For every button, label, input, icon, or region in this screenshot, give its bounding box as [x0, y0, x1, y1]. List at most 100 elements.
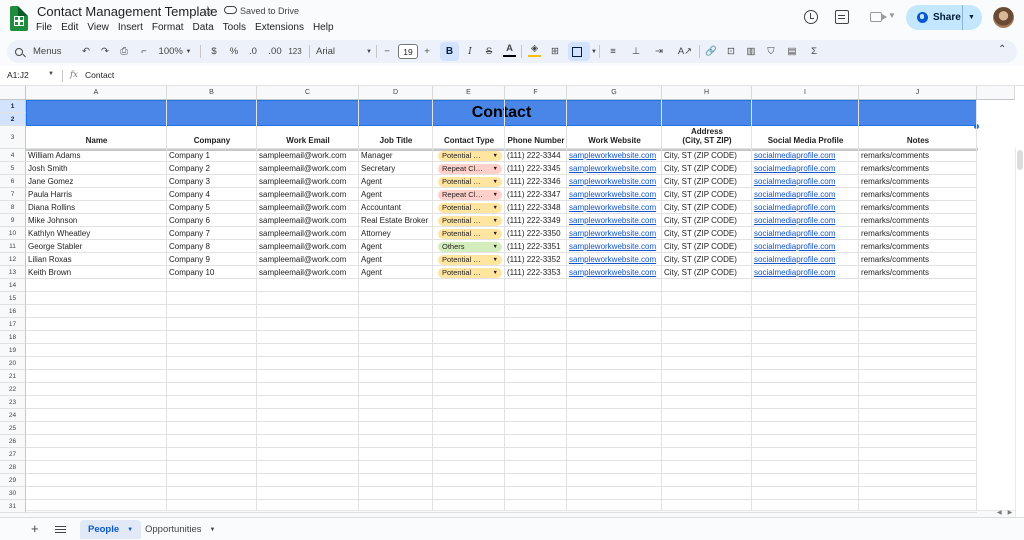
column-title-2[interactable]: Company — [167, 126, 257, 148]
insert-comment-icon[interactable]: ⊡ — [724, 40, 738, 63]
font-size-input[interactable]: 19 — [398, 44, 418, 59]
link-cell[interactable]: sampleworkwebsite.com — [567, 214, 662, 227]
share-main[interactable]: Share — [906, 5, 963, 30]
chevron-down-icon[interactable]: ▼ — [493, 203, 498, 213]
data-cell[interactable]: Accountant — [359, 201, 433, 214]
column-header-e[interactable]: E — [433, 86, 505, 100]
document-title[interactable]: Contact Management Template — [37, 4, 217, 19]
data-cell[interactable]: (111) 222-3348 — [505, 201, 567, 214]
version-history-icon[interactable] — [804, 10, 818, 24]
row-header-18[interactable]: 18 — [0, 331, 26, 344]
data-cell[interactable]: Josh Smith — [26, 162, 167, 175]
contact-type-chip[interactable]: Repeat Client ▼ — [438, 163, 502, 174]
comments-icon[interactable] — [835, 10, 849, 24]
menu-view[interactable]: View — [87, 22, 109, 36]
menu-insert[interactable]: Insert — [118, 22, 143, 36]
data-cell[interactable]: Lilian Roxas — [26, 253, 167, 266]
bold-button[interactable]: B — [440, 42, 459, 61]
name-box[interactable]: A1:J2 — [7, 70, 29, 80]
column-header-i[interactable]: I — [752, 86, 859, 100]
data-cell[interactable]: Manager — [359, 149, 433, 162]
link-cell[interactable]: socialmediaprofile.com — [752, 149, 859, 162]
insert-chart-icon[interactable]: ▥ — [744, 40, 758, 63]
data-cell[interactable]: remarks/comments — [859, 201, 977, 214]
row-header-31[interactable]: 31 — [0, 500, 26, 513]
column-title-8[interactable]: Address (City, ST ZIP) — [662, 126, 752, 148]
data-cell[interactable]: City, ST (ZIP CODE) — [662, 201, 752, 214]
text-rotation-icon[interactable]: A↗ — [674, 40, 696, 63]
data-cell[interactable]: Company 4 — [167, 188, 257, 201]
data-cell[interactable]: remarks/comments — [859, 188, 977, 201]
all-sheets-icon[interactable] — [55, 526, 66, 533]
menu-file[interactable]: File — [36, 22, 52, 36]
contact-type-chip[interactable]: Potential Client ▼ — [438, 176, 502, 187]
data-cell[interactable]: (111) 222-3350 — [505, 227, 567, 240]
chevron-down-icon[interactable]: ▼ — [210, 527, 216, 533]
data-cell[interactable]: Kathlyn Wheatley — [26, 227, 167, 240]
decrease-font-size-button[interactable]: − — [381, 40, 393, 63]
merge-cells-button[interactable] — [568, 42, 590, 61]
data-cell[interactable]: sampleemail@work.com — [257, 240, 359, 253]
add-sheet-icon[interactable]: + — [31, 521, 39, 536]
row-header-17[interactable]: 17 — [0, 318, 26, 331]
data-cell[interactable]: City, ST (ZIP CODE) — [662, 214, 752, 227]
row-header-16[interactable]: 16 — [0, 305, 26, 318]
sheet-grid[interactable]: Contact ◀▶ A B C D E F G H I J 1 2 3 4 5 6 7 8 9 10 11 12 13 14… — [0, 86, 1024, 517]
column-header-h[interactable]: H — [662, 86, 752, 100]
link-cell[interactable]: socialmediaprofile.com — [752, 175, 859, 188]
column-title-7[interactable]: Work Website — [567, 126, 662, 148]
more-formats-button[interactable]: 123 — [287, 40, 303, 63]
row-header-6[interactable]: 6 — [0, 175, 26, 188]
data-cell[interactable]: remarks/comments — [859, 162, 977, 175]
data-cell[interactable]: (111) 222-3349 — [505, 214, 567, 227]
data-cell[interactable]: Secretary — [359, 162, 433, 175]
row-header-10[interactable]: 10 — [0, 227, 26, 240]
link-cell[interactable]: socialmediaprofile.com — [752, 201, 859, 214]
undo-icon[interactable]: ↶ — [79, 40, 93, 63]
data-cell[interactable]: remarks/comments — [859, 240, 977, 253]
menu-format[interactable]: Format — [152, 22, 184, 36]
data-cell[interactable]: City, ST (ZIP CODE) — [662, 149, 752, 162]
chevron-down-icon[interactable]: ▼ — [493, 190, 498, 200]
chevron-down-icon[interactable]: ▼ — [493, 229, 498, 239]
meet-dropdown-icon[interactable]: ▼ — [888, 11, 896, 20]
link-cell[interactable]: socialmediaprofile.com — [752, 214, 859, 227]
data-cell[interactable]: Company 1 — [167, 149, 257, 162]
row-header-23[interactable]: 23 — [0, 396, 26, 409]
data-cell[interactable]: Real Estate Broker — [359, 214, 433, 227]
link-cell[interactable]: sampleworkwebsite.com — [567, 227, 662, 240]
select-all-corner[interactable] — [0, 86, 26, 100]
data-cell[interactable]: Keith Brown — [26, 266, 167, 279]
chevron-down-icon[interactable]: ▼ — [127, 527, 133, 533]
link-cell[interactable]: socialmediaprofile.com — [752, 240, 859, 253]
row-header-26[interactable]: 26 — [0, 435, 26, 448]
data-cell[interactable]: (111) 222-3346 — [505, 175, 567, 188]
data-cell[interactable]: Mike Johnson — [26, 214, 167, 227]
data-cell[interactable]: sampleemail@work.com — [257, 162, 359, 175]
data-cell[interactable]: remarks/comments — [859, 214, 977, 227]
data-cell[interactable]: Jane Gomez — [26, 175, 167, 188]
column-title-4[interactable]: Job Title — [359, 126, 433, 148]
row-header-13[interactable]: 13 — [0, 266, 26, 279]
strikethrough-button[interactable]: S — [483, 40, 495, 63]
contact-type-chip[interactable]: Others ▼ — [438, 241, 502, 252]
row-header-21[interactable]: 21 — [0, 370, 26, 383]
chevron-down-icon[interactable]: ▼ — [493, 164, 498, 174]
increase-decimal-button[interactable]: .00 — [266, 40, 284, 63]
contact-type-chip[interactable]: Potential Client ▼ — [438, 215, 502, 226]
link-cell[interactable]: sampleworkwebsite.com — [567, 266, 662, 279]
paint-format-icon[interactable]: ⌐ — [137, 40, 151, 63]
data-cell[interactable]: City, ST (ZIP CODE) — [662, 162, 752, 175]
star-icon[interactable]: ☆ — [202, 3, 214, 19]
functions-button[interactable]: Σ — [808, 40, 820, 63]
data-cell[interactable]: City, ST (ZIP CODE) — [662, 240, 752, 253]
data-cell[interactable]: Agent — [359, 175, 433, 188]
menu-edit[interactable]: Edit — [61, 22, 78, 36]
print-icon[interactable]: ⎙ — [117, 40, 131, 63]
chevron-down-icon[interactable]: ▼ — [493, 242, 498, 252]
row-header-30[interactable]: 30 — [0, 487, 26, 500]
merged-title-cell[interactable]: Contact — [26, 100, 977, 126]
zoom-select[interactable]: 100% ▼ — [157, 40, 193, 63]
column-header-g[interactable]: G — [567, 86, 662, 100]
row-header-8[interactable]: 8 — [0, 201, 26, 214]
